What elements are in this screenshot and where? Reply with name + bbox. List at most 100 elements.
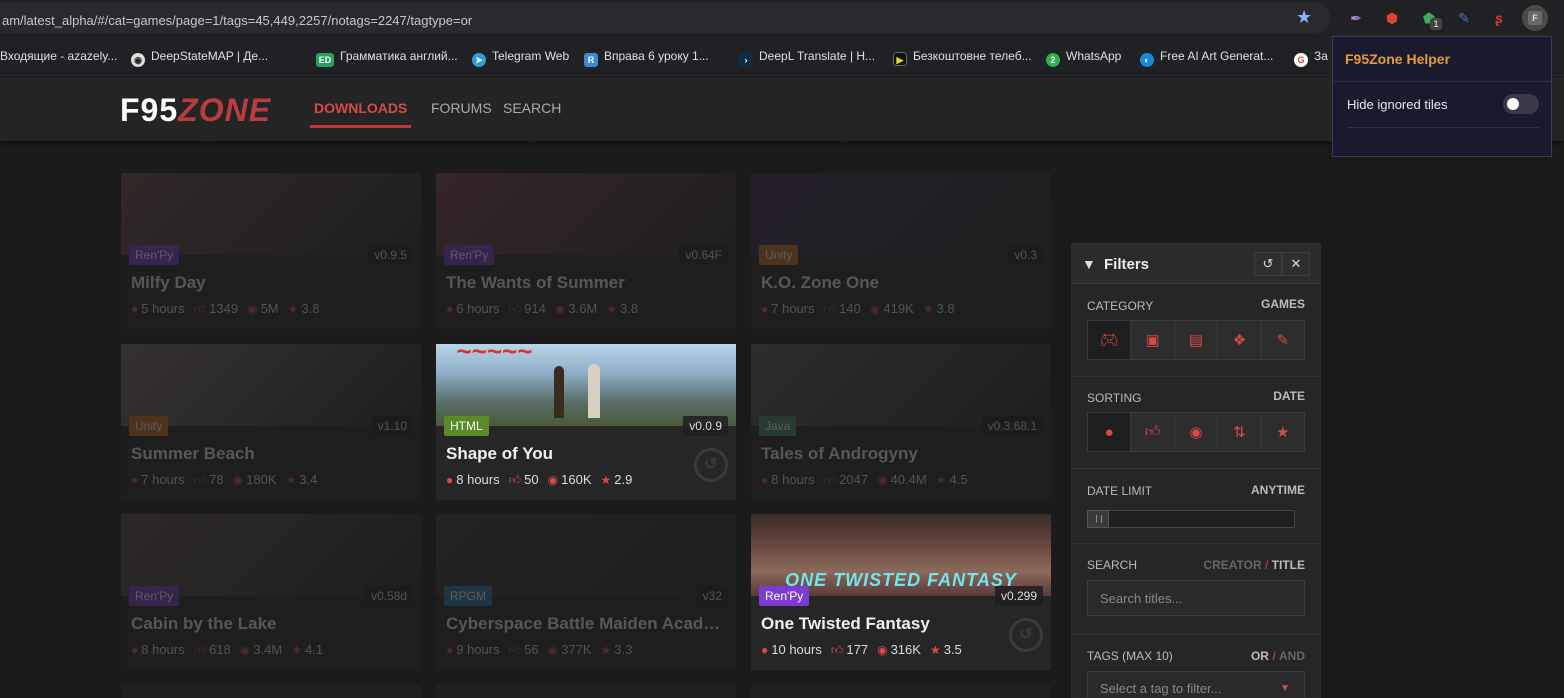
funnel-icon: ▼ bbox=[1082, 256, 1096, 272]
bookmark-label: WhatsApp bbox=[1066, 49, 1122, 63]
f95-helper-extension-icon[interactable]: F bbox=[1522, 5, 1548, 31]
engine-badge: Ren'Py bbox=[444, 245, 495, 265]
category-animations-button[interactable]: ▤ bbox=[1174, 321, 1219, 359]
reset-filters-button[interactable]: ↺ bbox=[1254, 252, 1282, 276]
tile-title[interactable]: Tales of Androgyny bbox=[761, 444, 1041, 464]
tile-thumbnail[interactable] bbox=[121, 173, 421, 255]
category-request-button[interactable]: ✎ bbox=[1261, 321, 1305, 359]
hide-ignored-toggle[interactable] bbox=[1503, 94, 1539, 114]
version-badge: v0.299 bbox=[994, 586, 1043, 606]
game-tile[interactable]: Ren'Py v0.64F The Wants of Summer ● 6 hours 👍… bbox=[436, 173, 736, 329]
search-mode-title[interactable]: TITLE bbox=[1272, 558, 1305, 572]
extension-badge-count: 1 bbox=[1430, 18, 1442, 30]
tile-thumbnail[interactable]: ~~~~~ bbox=[436, 344, 736, 426]
tags-mode-and[interactable]: AND bbox=[1279, 649, 1305, 663]
bookmark-star-icon[interactable]: ★ bbox=[1296, 7, 1316, 27]
tile-rating: 3.8 bbox=[620, 301, 639, 316]
bookmark-deepl[interactable]: › DeepL Translate | H... bbox=[739, 47, 875, 67]
bookmark-label: Вправа 6 уроку 1... bbox=[604, 49, 709, 63]
nav-forums[interactable]: FORUMS bbox=[431, 99, 492, 117]
game-tile[interactable]: RPGM v32 Cyberspace Battle Maiden Academy ●… bbox=[436, 514, 736, 670]
version-badge: v0.9.5 bbox=[368, 245, 413, 265]
sort-views-button[interactable]: ◉ bbox=[1174, 413, 1219, 451]
category-comics-button[interactable]: ▣ bbox=[1131, 321, 1175, 359]
game-tile-partial[interactable] bbox=[751, 685, 1051, 698]
category-assets-button[interactable]: ❖ bbox=[1218, 321, 1262, 359]
sort-alpha-button[interactable]: ⇅ bbox=[1218, 413, 1262, 451]
tile-title[interactable]: Shape of You bbox=[446, 444, 726, 464]
sorting-value: DATE bbox=[1273, 389, 1305, 403]
bookmark-exercise[interactable]: R Вправа 6 уроку 1... bbox=[584, 47, 709, 67]
game-tile[interactable]: Ren'Py v0.58d Cabin by the Lake ● 8 hours 👍︎ 6… bbox=[121, 514, 421, 670]
filters-title: Filters bbox=[1104, 256, 1150, 273]
bookmark-inbox[interactable]: Входящие - azazely... bbox=[0, 47, 117, 65]
character-figure bbox=[554, 366, 564, 418]
game-tile[interactable]: ~~~~~ HTML v0.0.9 Shape of You ● 8 hours 👍︎ 50 ◉… bbox=[436, 344, 736, 500]
nav-downloads[interactable]: DOWNLOADS bbox=[314, 99, 407, 117]
star-icon: ★ bbox=[600, 473, 612, 487]
thumbs-up-icon: 👍︎ bbox=[1144, 423, 1161, 440]
engine-badge: Java bbox=[759, 416, 797, 436]
sort-likes-button[interactable]: 👍︎ bbox=[1131, 413, 1175, 451]
category-games-button[interactable]: 🎮︎ bbox=[1088, 321, 1132, 359]
game-tile[interactable]: ONE TWISTED FANTASY Ren'Py v0.299 One Twist… bbox=[751, 514, 1051, 670]
bookmark-grammar[interactable]: ED Грамматика англий... bbox=[316, 47, 458, 67]
history-icon[interactable]: ↺ bbox=[694, 448, 728, 482]
address-bar-url[interactable]: am/latest_alpha/#/cat=games/page=1/tags=… bbox=[2, 13, 472, 28]
tile-title[interactable]: One Twisted Fantasy bbox=[761, 614, 1041, 634]
close-filters-button[interactable]: ✕ bbox=[1282, 252, 1310, 276]
version-badge: v0.64F bbox=[679, 245, 728, 265]
tile-thumbnail[interactable] bbox=[436, 514, 736, 596]
tile-thumbnail[interactable] bbox=[751, 173, 1051, 255]
thumbs-up-icon: 👍︎ bbox=[508, 302, 522, 316]
sort-date-button[interactable]: ● bbox=[1088, 413, 1132, 451]
bookmark-ai-art[interactable]: ◐ Free AI Art Generat... bbox=[1140, 47, 1273, 67]
tile-title[interactable]: Cabin by the Lake bbox=[131, 614, 411, 634]
pen-extension-icon[interactable]: ✎ bbox=[1453, 7, 1475, 29]
adblock-extension-icon[interactable]: ⬢ bbox=[1381, 7, 1403, 29]
game-tile-partial[interactable] bbox=[121, 685, 421, 698]
game-tile-partial[interactable] bbox=[436, 685, 736, 698]
tile-thumbnail[interactable]: ONE TWISTED FANTASY bbox=[751, 514, 1051, 596]
tile-thumbnail[interactable] bbox=[121, 514, 421, 596]
popup-title: F95Zone Helper bbox=[1345, 51, 1451, 67]
engine-badge: HTML bbox=[444, 416, 489, 436]
game-tile[interactable]: Java v0.3.68.1 Tales of Androgyny ● 8 hours 👍… bbox=[751, 344, 1051, 500]
tile-thumbnail[interactable] bbox=[436, 173, 736, 255]
bookmark-deepstatemap[interactable]: ◉ DeepStateMAP | Де... bbox=[131, 47, 268, 67]
bookmark-whatsapp[interactable]: 2 WhatsApp bbox=[1046, 47, 1122, 67]
eye-icon: ◉ bbox=[232, 473, 244, 487]
search-titles-input[interactable] bbox=[1087, 580, 1305, 616]
date-limit-slider-handle[interactable] bbox=[1087, 510, 1109, 528]
bookmark-google[interactable]: G За bbox=[1294, 47, 1328, 67]
tags-mode-or[interactable]: OR bbox=[1251, 649, 1269, 663]
nav-search[interactable]: SEARCH bbox=[503, 99, 561, 117]
logo-right-text: ZONE bbox=[178, 92, 272, 128]
game-tile[interactable]: Unity v1.10 Summer Beach ● 7 hours 👍︎ 78 ◉ 180K ★… bbox=[121, 344, 421, 500]
game-tile[interactable]: Unity v0.3 K.O. Zone One ● 7 hours 👍︎ 140 ◉ 419K… bbox=[751, 173, 1051, 329]
feather-extension-icon[interactable]: ✒ bbox=[1345, 7, 1367, 29]
tile-title[interactable]: Summer Beach bbox=[131, 444, 411, 464]
address-bar[interactable]: am/latest_alpha/#/cat=games/page=1/tags=… bbox=[0, 3, 1330, 33]
site-logo[interactable]: F95ZONE bbox=[120, 93, 271, 127]
search-mode-separator: / bbox=[1264, 558, 1269, 572]
tile-views: 316K bbox=[890, 642, 921, 657]
history-icon[interactable]: ↺ bbox=[1009, 618, 1043, 652]
engine-badge: Ren'Py bbox=[759, 586, 810, 606]
game-tile[interactable]: Ren'Py v0.9.5 Milfy Day ● 5 hours 👍︎ 1349 ◉ 5M ★ 3… bbox=[121, 173, 421, 329]
tile-title[interactable]: Cyberspace Battle Maiden Academy bbox=[446, 614, 726, 634]
tile-title[interactable]: The Wants of Summer bbox=[446, 273, 726, 293]
tile-title[interactable]: K.O. Zone One bbox=[761, 273, 1041, 293]
tile-thumbnail[interactable] bbox=[751, 344, 1051, 426]
bookmark-tv[interactable]: ▶ Безкоштовне телеб... bbox=[893, 47, 1032, 66]
s-extension-icon[interactable]: ʂ bbox=[1488, 7, 1510, 29]
bookmark-label: За bbox=[1314, 49, 1328, 63]
tile-thumbnail[interactable] bbox=[121, 344, 421, 426]
tag-select[interactable]: Select a tag to filter... ▼ bbox=[1087, 671, 1305, 698]
search-mode-creator[interactable]: CREATOR bbox=[1203, 558, 1261, 572]
bookmark-telegram[interactable]: ➤ Telegram Web bbox=[472, 47, 569, 67]
date-limit-slider[interactable] bbox=[1087, 510, 1295, 528]
tile-title[interactable]: Milfy Day bbox=[131, 273, 411, 293]
category-value: GAMES bbox=[1260, 297, 1305, 311]
sort-rating-button[interactable]: ★ bbox=[1261, 413, 1305, 451]
